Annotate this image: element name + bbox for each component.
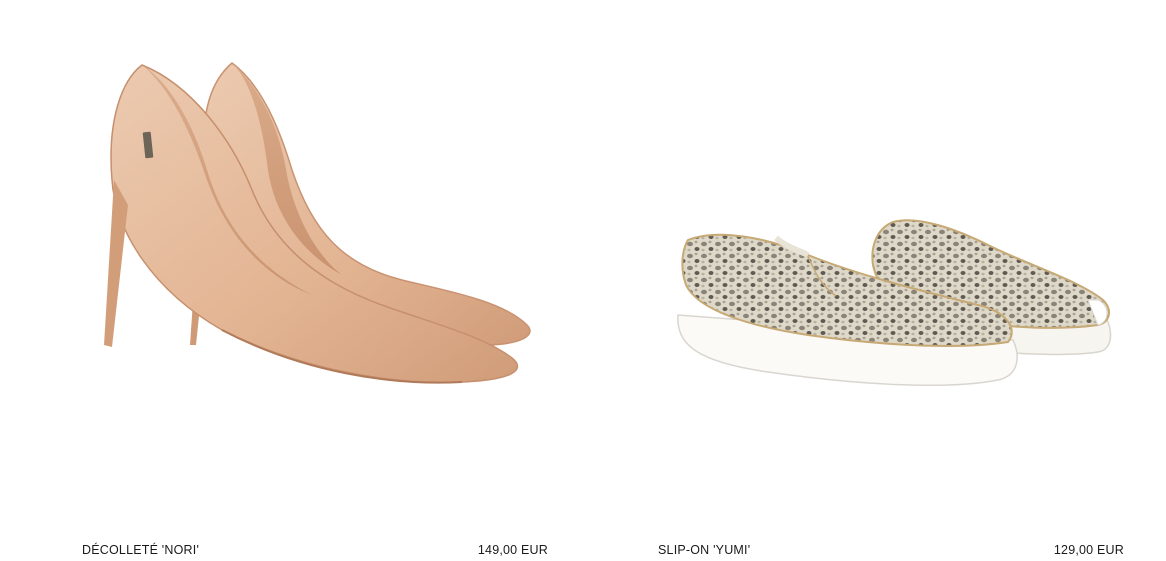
product-card[interactable]: DÉCOLLETÉ 'NORI' 149,00 EUR [82,0,550,561]
product-name[interactable]: DÉCOLLETÉ 'NORI' [82,543,199,557]
product-name[interactable]: SLIP-ON 'YUMI' [658,543,750,557]
product-price: 149,00 EUR [477,543,548,557]
product-price: 129,00 EUR [1053,543,1124,557]
product-image-yumi[interactable] [658,0,1126,525]
product-image-nori[interactable] [82,0,550,525]
product-card[interactable]: SLIP-ON 'YUMI' 129,00 EUR [658,0,1126,561]
